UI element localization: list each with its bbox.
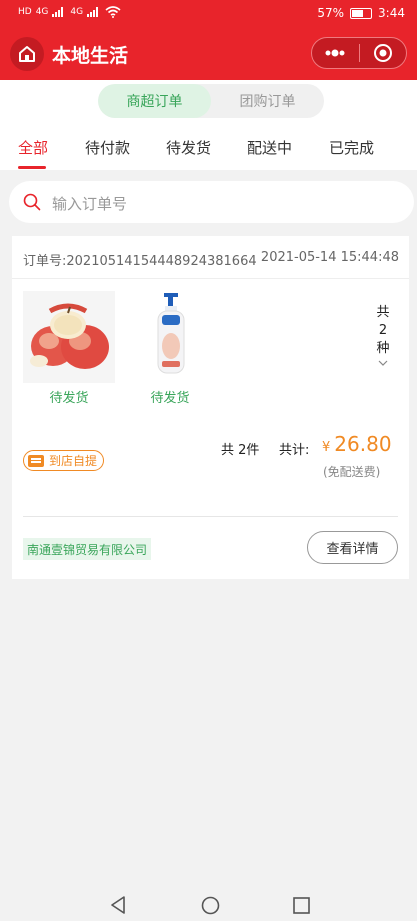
kinds-suffix: 种 bbox=[376, 341, 390, 356]
product-item[interactable]: 待发货 bbox=[124, 291, 216, 406]
home-circle-icon[interactable] bbox=[201, 896, 220, 915]
target-close-icon bbox=[373, 44, 392, 62]
order-time: 2021-05-14 15:44:48 bbox=[260, 250, 399, 265]
more-button[interactable] bbox=[312, 38, 359, 68]
active-tab-indicator bbox=[18, 166, 46, 169]
delivery-fee-note: (免配送费) bbox=[323, 465, 381, 479]
home-button[interactable] bbox=[10, 37, 44, 71]
product-kinds-toggle[interactable]: 共 2 种 bbox=[373, 304, 393, 366]
total-amount: 26.80 bbox=[334, 432, 392, 456]
order-card[interactable]: 订单号:20210514154448924381664 2021-05-14 1… bbox=[12, 236, 409, 579]
order-type-segment: 商超订单 团购订单 bbox=[98, 84, 324, 118]
clock: 3:44 bbox=[378, 6, 405, 20]
view-details-button[interactable]: 查看详情 bbox=[307, 531, 398, 564]
pickup-label: 到店自提 bbox=[49, 454, 98, 468]
back-icon[interactable] bbox=[110, 896, 126, 914]
store-pickup-icon bbox=[28, 454, 44, 467]
product-status: 待发货 bbox=[150, 391, 190, 406]
store-name: 南通壹锦贸易有限公司 bbox=[23, 538, 152, 560]
wifi-icon bbox=[105, 6, 121, 18]
apple-image bbox=[23, 291, 115, 383]
order-card-header: 订单号:20210514154448924381664 2021-05-14 1… bbox=[12, 236, 409, 279]
page-title: 本地生活 bbox=[52, 45, 129, 67]
segment-group-orders[interactable]: 团购订单 bbox=[211, 84, 324, 118]
body-wash-bottle-image bbox=[124, 291, 216, 383]
segment-area: 商超订单 团购订单 bbox=[0, 80, 417, 124]
more-dots-icon bbox=[325, 49, 345, 57]
signal-bars-icon bbox=[52, 7, 64, 17]
tab-delivering[interactable]: 配送中 bbox=[247, 137, 292, 158]
currency-symbol: ¥ bbox=[322, 440, 331, 455]
search-icon bbox=[23, 193, 41, 211]
pickup-badge: 到店自提 bbox=[23, 450, 105, 471]
search-placeholder: 输入订单号 bbox=[52, 195, 128, 213]
system-nav-bar bbox=[0, 883, 417, 921]
tab-pending-shipment[interactable]: 待发货 bbox=[166, 137, 211, 158]
search-input[interactable]: 输入订单号 bbox=[9, 181, 414, 223]
recents-icon[interactable] bbox=[293, 897, 310, 914]
product-item[interactable]: 待发货 bbox=[23, 291, 115, 406]
hd-indicator: HD bbox=[18, 7, 32, 17]
signal-2-icon: 4G bbox=[70, 7, 84, 17]
battery-icon bbox=[350, 7, 373, 19]
battery-percent: 57% bbox=[317, 6, 345, 20]
tab-completed[interactable]: 已完成 bbox=[329, 137, 374, 158]
mini-program-capsule bbox=[311, 37, 407, 69]
tab-all[interactable]: 全部 bbox=[18, 137, 48, 158]
segment-supermarket-orders[interactable]: 商超订单 bbox=[98, 84, 211, 118]
total-label: 共计: bbox=[279, 443, 310, 458]
item-quantity: 共 2件 bbox=[221, 443, 260, 458]
chevron-down-icon bbox=[378, 360, 388, 366]
nav-bar: 本地生活 bbox=[0, 28, 417, 80]
order-status-tabs: 全部 待付款 待发货 配送中 已完成 bbox=[0, 124, 417, 170]
status-bar: HD 4G 4G 57% 3:44 bbox=[0, 0, 417, 28]
kinds-prefix: 共 bbox=[376, 305, 390, 320]
product-status: 待发货 bbox=[49, 391, 89, 406]
home-icon bbox=[19, 46, 35, 62]
order-number: 订单号:20210514154448924381664 bbox=[23, 254, 257, 269]
signal-1-icon: 4G bbox=[35, 7, 49, 17]
kinds-count: 2 bbox=[378, 323, 388, 338]
signal-bars-2-icon bbox=[87, 7, 99, 17]
divider bbox=[23, 516, 398, 517]
tab-pending-payment[interactable]: 待付款 bbox=[85, 137, 130, 158]
close-button[interactable] bbox=[359, 38, 406, 68]
order-total: ¥26.80 bbox=[322, 432, 392, 456]
